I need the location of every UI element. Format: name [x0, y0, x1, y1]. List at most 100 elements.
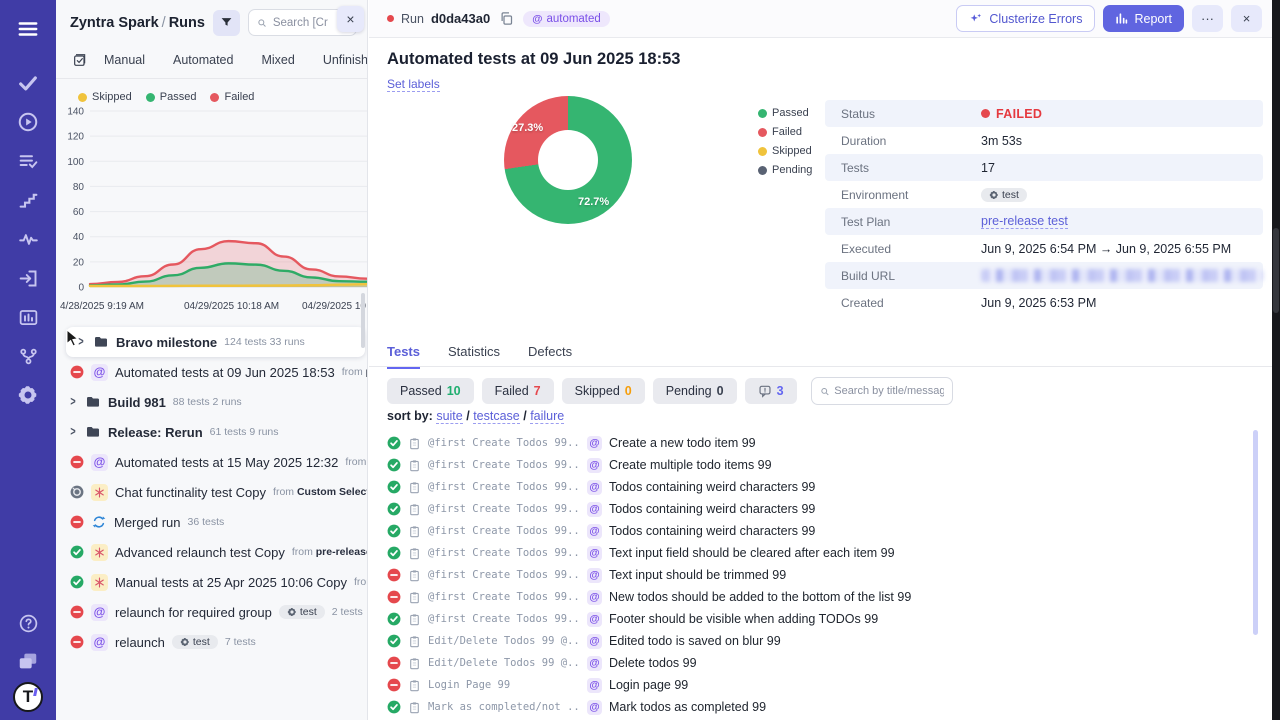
run-folder-row[interactable]: >Release: Rerun61 tests 9 runs	[56, 417, 367, 447]
tab-unfinished[interactable]: Unfinished	[309, 53, 368, 67]
test-suite: @first Create Todos 99...	[428, 437, 580, 449]
test-row[interactable]: Edit/Delete Todos 99 @... @ Delete todos…	[387, 652, 1247, 674]
clusterize-errors-button[interactable]: Clusterize Errors	[956, 5, 1095, 32]
report-button[interactable]: Report	[1103, 5, 1184, 32]
run-row[interactable]: Chat functinality test Copyfrom Custom S…	[56, 477, 367, 507]
tab-mixed[interactable]: Mixed	[247, 53, 308, 67]
test-row[interactable]: Edit/Delete Todos 99 @... @ Edited todo …	[387, 630, 1247, 652]
chip-skipped[interactable]: Skipped 0	[562, 378, 645, 404]
test-title: Todos containing weird characters 99	[609, 524, 815, 538]
steps-icon[interactable]	[11, 183, 45, 217]
x-tick: 04/29/2025 10:18 AM	[184, 301, 279, 312]
chip-count: 10	[447, 384, 461, 398]
gear-icon[interactable]	[11, 378, 45, 412]
svg-text:40: 40	[73, 232, 85, 243]
menu-icon[interactable]	[11, 12, 45, 46]
set-labels-link[interactable]: Set labels	[387, 77, 440, 92]
branch-icon[interactable]	[11, 339, 45, 373]
chevron-right-icon[interactable]: >	[70, 395, 77, 409]
clipboard-icon	[408, 525, 421, 538]
run-title: Automated tests at 09 Jun 2025 18:53	[387, 50, 680, 69]
x-tick: 04/29/2025 10	[302, 301, 366, 312]
status-canceled-icon	[70, 485, 84, 499]
test-title: Todos containing weird characters 99	[609, 502, 815, 516]
tab-manual[interactable]: Manual	[90, 53, 159, 67]
folder-meta: 124 tests 33 runs	[224, 336, 305, 348]
copy-run-id-button[interactable]	[497, 9, 516, 28]
env-badge: test	[279, 605, 325, 619]
test-row[interactable]: @first Create Todos 99... @ Text input f…	[387, 542, 1247, 564]
select-runs-icon[interactable]	[72, 52, 88, 68]
test-row[interactable]: @first Create Todos 99... @ Todos contai…	[387, 498, 1247, 520]
status-passed-icon	[387, 546, 401, 560]
projects-icon[interactable]	[11, 644, 45, 678]
sort-suite-link[interactable]: suite	[436, 409, 462, 424]
test-row[interactable]: @first Create Todos 99... @ Todos contai…	[387, 520, 1247, 542]
tests-scrollbar[interactable]	[1253, 430, 1258, 635]
sort-failure-link[interactable]: failure	[530, 409, 564, 424]
automated-run-icon: @	[91, 454, 108, 471]
tests-search-input[interactable]	[834, 385, 943, 397]
tabs-divider	[369, 366, 1272, 367]
test-row[interactable]: @first Create Todos 99... @ Footer shoul…	[387, 608, 1247, 630]
tab-automated[interactable]: Automated	[159, 53, 247, 67]
sign-in-icon[interactable]	[11, 261, 45, 295]
test-plan-link[interactable]: pre-release test	[981, 214, 1068, 229]
run-row[interactable]: Advanced relaunch test Copyfrom pre-rele…	[56, 537, 367, 567]
edge-scrollbar-thumb[interactable]	[1273, 228, 1279, 313]
test-row[interactable]: Login Page 99 @ Login page 99	[387, 674, 1247, 696]
filter-button[interactable]	[213, 10, 240, 36]
run-row[interactable]: @relaunchtest7 tests	[56, 627, 367, 657]
run-row[interactable]: Manual tests at 25 Apr 2025 10:06 Copyfr…	[56, 567, 367, 597]
run-folder-row[interactable]: >Build 98188 tests 2 runs	[56, 387, 367, 417]
chip-comments[interactable]: 3	[745, 378, 797, 404]
chip-failed[interactable]: Failed 7	[482, 378, 554, 404]
test-title: Delete todos 99	[609, 656, 697, 670]
run-from: from pre-re	[342, 366, 367, 378]
help-icon[interactable]	[11, 606, 45, 640]
status-passed-icon	[387, 480, 401, 494]
project-name: Zyntra Spark	[70, 15, 159, 31]
detail-label: Created	[841, 296, 981, 310]
pulse-icon[interactable]	[11, 222, 45, 256]
runs-panel-scrollbar[interactable]	[361, 293, 365, 348]
funnel-icon	[220, 16, 233, 29]
chip-pending[interactable]: Pending 0	[653, 378, 737, 404]
test-row[interactable]: @first Create Todos 99... @ Create multi…	[387, 454, 1247, 476]
play-icon[interactable]	[11, 105, 45, 139]
test-row[interactable]: @first Create Todos 99... @ Text input s…	[387, 564, 1247, 586]
run-row[interactable]: @relaunch for required grouptest2 tests	[56, 597, 367, 627]
run-row[interactable]: @Automated tests at 09 Jun 2025 18:53fro…	[56, 357, 367, 387]
app-logo[interactable]: T	[13, 682, 43, 712]
run-row[interactable]: Merged run36 tests	[56, 507, 367, 537]
close-run-button[interactable]: ×	[1231, 5, 1262, 32]
run-row[interactable]: @Automated tests at 15 May 2025 12:32fro…	[56, 447, 367, 477]
list-check-icon[interactable]	[11, 144, 45, 178]
test-row[interactable]: @first Create Todos 99... @ Create a new…	[387, 432, 1247, 454]
test-row[interactable]: Mark as completed/not ... @ Mark todos a…	[387, 696, 1247, 718]
bar-chart-icon[interactable]	[11, 300, 45, 334]
search-icon	[257, 17, 267, 29]
legend-label: Failed	[224, 91, 254, 103]
legend-dot	[78, 93, 87, 102]
chip-passed[interactable]: Passed 10	[387, 378, 474, 404]
legend-label: Skipped	[92, 91, 132, 103]
sort-testcase-link[interactable]: testcase	[473, 409, 520, 424]
test-row[interactable]: @first Create Todos 99... @ New todos sh…	[387, 586, 1247, 608]
check-icon[interactable]	[11, 66, 45, 100]
env-badge: test	[981, 188, 1027, 202]
status-passed-icon	[387, 436, 401, 450]
chevron-right-icon[interactable]: >	[70, 425, 77, 439]
clipboard-icon	[408, 635, 421, 648]
chevron-right-icon[interactable]: >	[78, 335, 85, 349]
run-title: Automated tests at 15 May 2025 12:32	[115, 455, 338, 470]
test-title: New todos should be added to the bottom …	[609, 590, 911, 604]
status-filter-chips: Passed 10 Failed 7 Skipped 0 Pending 0 3	[387, 377, 953, 405]
test-title: Todos containing weird characters 99	[609, 480, 815, 494]
legend-item: Skipped	[758, 145, 812, 157]
test-row[interactable]: @first Create Todos 99... @ Todos contai…	[387, 476, 1247, 498]
run-folder-row[interactable]: >Bravo milestone124 tests 33 runs	[66, 327, 365, 357]
more-button[interactable]: ···	[1192, 5, 1223, 32]
panel-close-button[interactable]: ×	[337, 6, 364, 32]
chip-count: 0	[717, 384, 724, 398]
